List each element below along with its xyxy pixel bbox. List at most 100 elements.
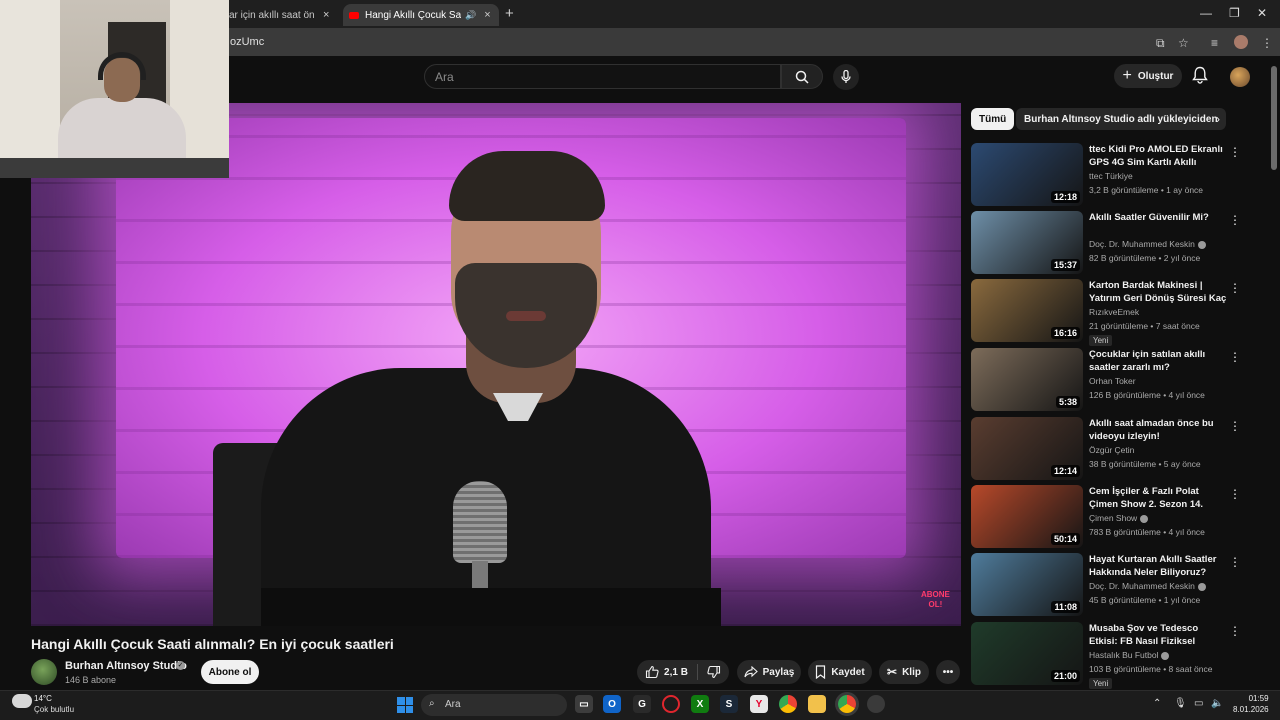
subscribe-watermark[interactable]: ABONE OL! [921,590,950,610]
search-button[interactable] [781,64,823,89]
recommendation-item[interactable]: 5:38 Çocuklar için satılan akıllı saatler… [971,348,1261,412]
video-thumbnail[interactable]: 12:14 [971,417,1083,480]
tab-close-icon[interactable]: × [323,9,329,21]
steam-icon[interactable]: S [720,695,738,713]
opera-icon[interactable] [662,695,680,713]
recommendation-title[interactable]: Akıllı saat almadan önce bu videoyu izle… [1089,417,1227,443]
video-thumbnail[interactable]: 15:37 [971,211,1083,274]
recommendation-item[interactable]: 16:16 Karton Bardak Makinesi | Yatırım Ge… [971,279,1261,346]
recommendation-channel[interactable]: Özgür Çetin [1089,445,1134,455]
create-button[interactable]: + Oluştur [1114,64,1182,88]
recommendation-item[interactable]: 12:18 ttec Kidi Pro AMOLED Ekranlı GPS 4G… [971,143,1261,207]
recommendation-title[interactable]: Musaba Şov ve Tedesco Etkisi: FB Nasıl F… [1089,622,1227,648]
recommendation-channel[interactable]: ttec Türkiye [1089,171,1133,181]
recommendation-channel[interactable]: Hastalık Bu Futbol [1089,650,1170,660]
browser-menu-icon[interactable]: ⋮ [1261,36,1273,50]
more-options-icon[interactable]: ⋮ [1229,487,1241,501]
recommendation-meta: 82 B görüntüleme • 2 yıl önce [1089,253,1201,263]
close-window-icon[interactable]: ✕ [1257,6,1267,20]
recommendation-title[interactable]: Cem İşçiler & Fazlı Polat Çimen Show 2. … [1089,485,1227,511]
more-options-icon[interactable]: ⋮ [1229,213,1241,227]
cast-icon[interactable]: ⧉ [1156,36,1165,51]
file-explorer-icon[interactable] [808,695,826,713]
video-thumbnail[interactable]: 5:38 [971,348,1083,411]
new-tab-button[interactable]: + [505,5,514,22]
chip-all[interactable]: Tümü [971,108,1015,130]
more-options-icon[interactable]: ⋮ [1229,555,1241,569]
outlook-icon[interactable]: O [603,695,621,713]
chrome-icon[interactable] [779,695,797,713]
recommendation-meta: 783 B görüntüleme • 4 yıl önce [1089,527,1205,537]
video-thumbnail[interactable]: 16:16 [971,279,1083,342]
thumbs-up-icon[interactable] [645,665,659,679]
weather-description[interactable]: Çok bulutlu [34,705,74,714]
video-player[interactable]: ABONE OL! [31,103,961,626]
video-thumbnail[interactable]: 21:00 [971,622,1083,685]
more-actions-button[interactable]: ••• [936,660,960,684]
cloud-icon[interactable] [12,694,32,708]
microphone-tray-icon[interactable]: 🎙 [1174,698,1187,709]
video-thumbnail[interactable]: 11:08 [971,553,1083,616]
more-options-icon[interactable]: ⋮ [1229,350,1241,364]
scrollbar-thumb[interactable] [1271,66,1277,170]
subscribe-button[interactable]: Abone ol [201,660,259,684]
media-controls-icon[interactable]: ≡ [1211,36,1218,50]
recommendation-item[interactable]: 15:37 Akıllı Saatler Güvenilir Mi? Doç. Dr… [971,211,1261,275]
display-tray-icon[interactable]: ▭ [1194,698,1203,709]
video-thumbnail[interactable]: 50:14 [971,485,1083,548]
tray-overflow-icon[interactable]: ⌃ [1153,698,1161,709]
task-view-icon[interactable]: ▭ [575,695,593,713]
recommendation-title[interactable]: Hayat Kurtaran Akıllı Saatler Hakkında N… [1089,553,1227,579]
notifications-button[interactable] [1192,66,1208,89]
tab-previous[interactable]: ar için akıllı saat önerilen × [229,4,339,26]
restore-icon[interactable]: ❐ [1229,6,1240,20]
channel-avatar[interactable] [31,659,57,685]
recommendation-channel[interactable]: Doç. Dr. Muhammed Keskin [1089,239,1206,249]
taskbar-search-input[interactable] [421,694,567,716]
bookmark-star-icon[interactable]: ☆ [1178,36,1189,50]
audio-playing-icon[interactable]: 🔊 [465,10,476,21]
recommendation-title[interactable]: ttec Kidi Pro AMOLED Ekranlı GPS 4G Sim … [1089,143,1227,169]
save-button[interactable]: Kaydet [808,660,872,684]
thumbs-down-icon[interactable] [707,665,721,679]
like-count[interactable]: 2,1 B [664,667,688,678]
yandex-icon[interactable]: Y [750,695,768,713]
weather-temperature[interactable]: 14°C [34,694,52,703]
chrome-active-icon[interactable] [838,695,856,713]
browser-profile-icon[interactable] [1234,35,1248,49]
recommendation-item[interactable]: 12:14 Akıllı saat almadan önce bu videoyu… [971,417,1261,481]
more-options-icon[interactable]: ⋮ [1229,145,1241,159]
account-avatar[interactable] [1230,67,1250,87]
channel-name[interactable]: Burhan Altınsoy Studio [65,660,187,672]
minimize-icon[interactable]: — [1200,6,1212,20]
recommendation-channel[interactable]: Çimen Show [1089,513,1149,523]
volume-icon[interactable]: 🔈 [1211,698,1223,709]
system-clock[interactable]: 01:59 8.01.2026 [1233,693,1269,715]
search-input[interactable]: Ara [424,64,781,89]
clip-button[interactable]: ✂ Klip [879,660,929,684]
more-options-icon[interactable]: ⋮ [1229,281,1241,295]
xbox-icon[interactable]: X [691,695,709,713]
recommendation-title[interactable]: Akıllı Saatler Güvenilir Mi? [1089,211,1227,237]
voice-search-button[interactable] [833,64,859,90]
recommendation-item[interactable]: 50:14 Cem İşçiler & Fazlı Polat Çimen Sho… [971,485,1261,549]
recommendation-item[interactable]: 11:08 Hayat Kurtaran Akıllı Saatler Hakkı… [971,553,1261,617]
recommendation-item[interactable]: 21:00 Musaba Şov ve Tedesco Etkisi: FB Na… [971,622,1261,689]
video-thumbnail[interactable]: 12:18 [971,143,1083,206]
url-text[interactable]: ozUmc [230,36,264,48]
recommendation-title[interactable]: Karton Bardak Makinesi | Yatırım Geri Dö… [1089,279,1227,305]
share-button[interactable]: Paylaş [737,660,801,684]
chevron-right-icon[interactable]: › [1216,112,1220,126]
chip-from-channel[interactable]: Burhan Altınsoy Studio adlı yükleyiciden [1016,108,1226,130]
tab-close-icon[interactable]: × [484,9,490,21]
recommendation-channel[interactable]: Orhan Toker [1089,376,1136,386]
recommendation-title[interactable]: Çocuklar için satılan akıllı saatler zar… [1089,348,1227,374]
app-circle-icon[interactable] [867,695,885,713]
more-options-icon[interactable]: ⋮ [1229,624,1241,638]
app-g-icon[interactable]: G [633,695,651,713]
tab-active[interactable]: Hangi Akıllı Çocuk Saati al 🔊 × [343,4,499,26]
windows-start-icon[interactable] [397,697,413,713]
recommendation-channel[interactable]: RızıkveEmek [1089,307,1139,317]
more-options-icon[interactable]: ⋮ [1229,419,1241,433]
recommendation-channel[interactable]: Doç. Dr. Muhammed Keskin [1089,581,1206,591]
